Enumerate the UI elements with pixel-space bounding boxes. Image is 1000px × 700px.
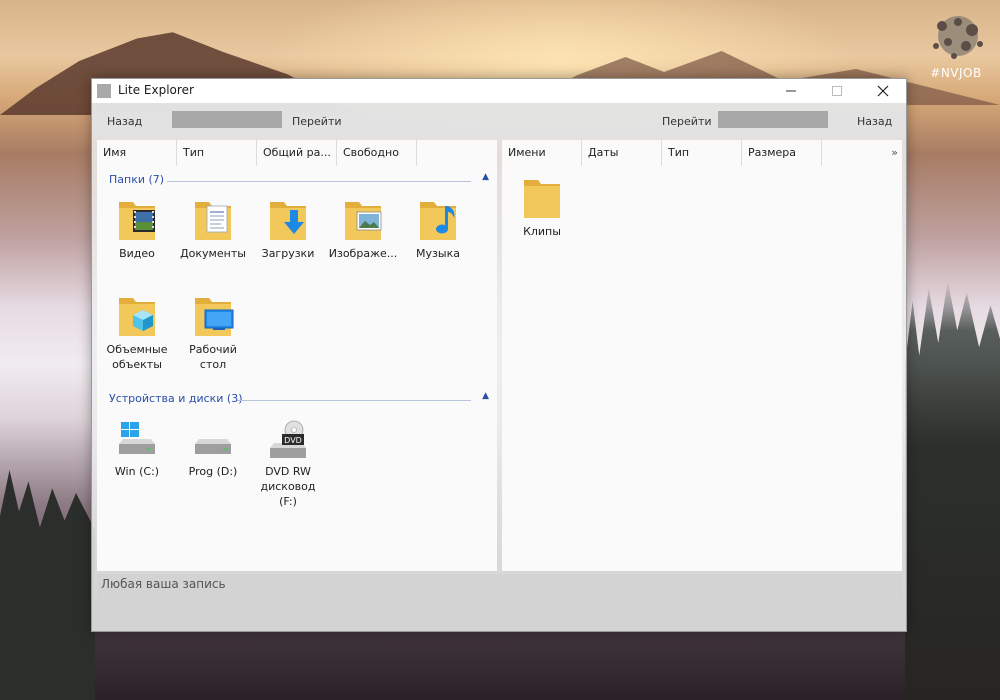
left-file-pane[interactable]: ^ Имя Тип Общий ра... Свободно Папки (7)… <box>97 140 497 571</box>
nvjob-watermark: #NVJOB <box>922 12 990 92</box>
hard-drive-icon <box>195 439 231 454</box>
folder-label: Музыка <box>416 247 460 260</box>
pictures-folder-icon <box>345 202 382 240</box>
column-header-total-size[interactable]: Общий ра... <box>257 140 337 166</box>
right-path-input[interactable] <box>718 111 828 128</box>
left-column-headers: ^ Имя Тип Общий ра... Свободно <box>97 140 497 166</box>
group-title-devices: Устройства и диски (3) <box>109 392 243 405</box>
lite-explorer-window: Lite Explorer Назад Перейти Перейти Наза… <box>91 78 907 632</box>
drive-item-c[interactable]: Win (C:) <box>101 420 173 512</box>
folder-label: Видео <box>119 247 155 260</box>
group-divider <box>237 400 471 401</box>
folder-label: Документы <box>180 247 246 260</box>
dvd-drive-icon: DVD <box>270 420 306 458</box>
navigation-toolbar: Назад Перейти Перейти Назад <box>92 103 906 138</box>
close-button[interactable] <box>860 79 906 103</box>
column-header-size[interactable]: Размера <box>742 140 822 166</box>
app-icon <box>97 84 111 98</box>
right-back-button[interactable]: Назад <box>857 115 892 128</box>
folder-label: Изображе... <box>328 247 398 260</box>
folder-label: Рабочий стол <box>189 343 237 371</box>
watermark-text: #NVJOB <box>930 66 982 80</box>
folder-item-music[interactable]: Музыка <box>402 196 474 288</box>
3d-objects-folder-icon <box>119 298 155 336</box>
drive-item-d[interactable]: Prog (D:) <box>177 420 249 512</box>
folder-item-downloads[interactable]: Загрузки <box>252 196 324 288</box>
music-folder-icon <box>420 202 456 240</box>
group-header-devices[interactable]: Устройства и диски (3) ▲ <box>109 391 491 408</box>
folder-item-video[interactable]: Видео <box>101 196 173 288</box>
folder-item-desktop[interactable]: Рабочий стол <box>177 292 249 384</box>
maximize-button[interactable] <box>814 79 860 103</box>
drive-item-dvd[interactable]: DVD DVD RW дисковод (F:) <box>252 420 324 512</box>
column-header-type[interactable]: Тип <box>662 140 742 166</box>
column-header-type[interactable]: Тип <box>177 140 257 166</box>
collapse-chevron-icon[interactable]: ▲ <box>482 391 489 401</box>
window-title: Lite Explorer <box>118 83 194 97</box>
windows-drive-icon <box>119 422 155 454</box>
folder-item-documents[interactable]: Документы <box>177 196 249 288</box>
folder-item-pictures[interactable]: Изображе... <box>327 196 399 288</box>
collapse-chevron-icon[interactable]: ▲ <box>482 172 489 182</box>
group-title-folders: Папки (7) <box>109 173 165 186</box>
desktop-folder-icon <box>195 298 234 336</box>
documents-folder-icon <box>195 202 231 240</box>
column-header-free-space[interactable]: Свободно <box>337 140 417 166</box>
sort-ascending-icon: ^ <box>536 140 544 147</box>
left-go-button[interactable]: Перейти <box>292 115 342 128</box>
folder-label: Клипы <box>523 225 561 238</box>
right-column-headers: ^ Имени Даты Тип Размера » <box>502 140 902 166</box>
downloads-folder-icon <box>270 202 306 240</box>
minimize-icon <box>786 90 796 92</box>
group-header-folders[interactable]: Папки (7) ▲ <box>109 172 491 189</box>
title-bar[interactable]: Lite Explorer <box>92 79 906 103</box>
right-file-pane[interactable]: ^ Имени Даты Тип Размера » Клипы <box>502 140 902 571</box>
sort-ascending-icon: ^ <box>131 140 139 147</box>
status-text: Любая ваша запись <box>101 577 226 591</box>
more-columns-button[interactable]: » <box>891 146 898 159</box>
wallpaper-trees-left <box>0 470 95 700</box>
folder-icon <box>524 180 560 218</box>
status-bar: Любая ваша запись <box>97 574 903 628</box>
column-header-name[interactable]: ^ Имени <box>502 140 582 166</box>
maximize-icon <box>832 86 842 96</box>
right-go-button[interactable]: Перейти <box>662 115 712 128</box>
left-path-input[interactable] <box>172 111 282 128</box>
group-divider <box>167 181 471 182</box>
folder-label: Объемные объекты <box>106 343 168 371</box>
column-header-name[interactable]: ^ Имя <box>97 140 177 166</box>
video-folder-icon <box>119 202 155 240</box>
folder-item-clips[interactable]: Клипы <box>506 174 578 266</box>
folder-label: Загрузки <box>261 247 315 260</box>
close-icon <box>877 85 889 97</box>
minimize-button[interactable] <box>768 79 814 103</box>
left-back-button[interactable]: Назад <box>107 115 142 128</box>
folder-item-3d-objects[interactable]: Объемные объекты <box>101 292 173 384</box>
watermark-logo-icon <box>933 16 983 59</box>
drive-label: Prog (D:) <box>188 465 238 478</box>
drive-label: DVD RW дисковод (F:) <box>260 465 316 508</box>
column-header-date[interactable]: Даты <box>582 140 662 166</box>
drive-label: Win (C:) <box>114 465 160 478</box>
dvd-badge-text: DVD <box>284 436 302 445</box>
